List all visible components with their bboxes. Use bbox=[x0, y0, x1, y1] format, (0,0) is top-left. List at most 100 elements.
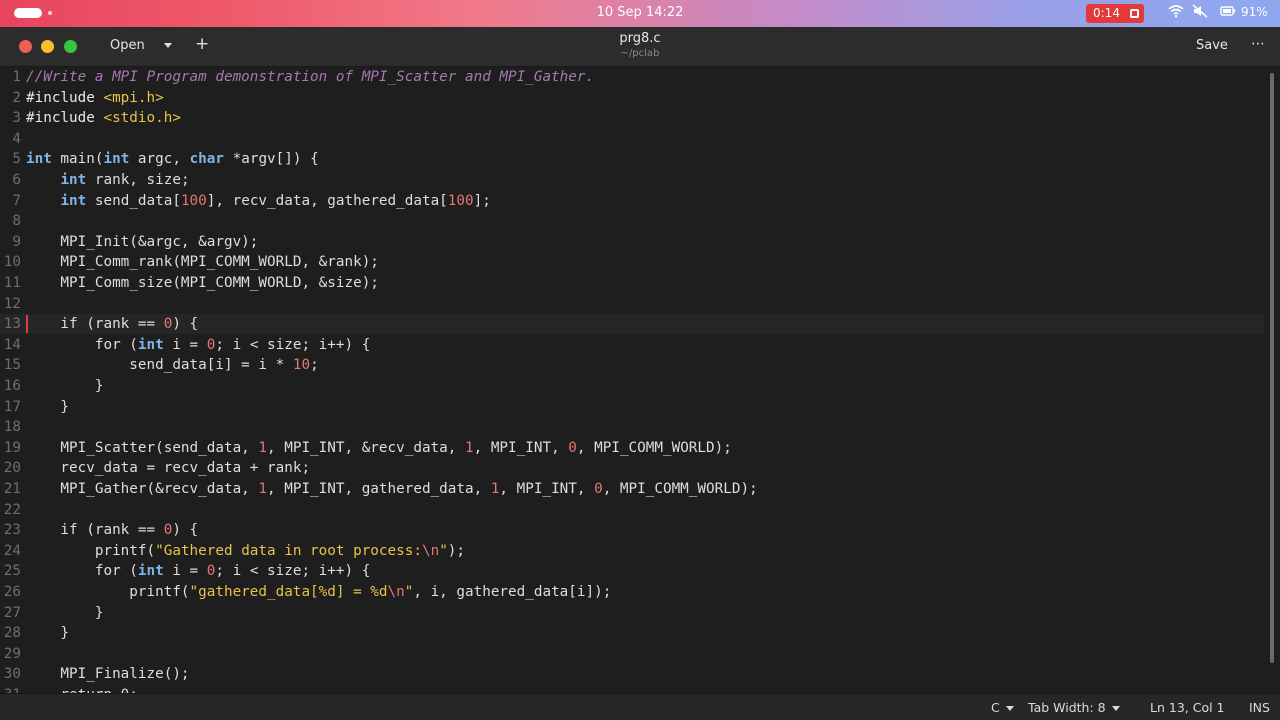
code-line[interactable]: 2 #include <mpi.h> bbox=[0, 88, 1264, 109]
code-editor[interactable]: 1 //Write a MPI Program demonstration of … bbox=[0, 67, 1280, 693]
vertical-scrollbar[interactable] bbox=[1266, 67, 1278, 693]
code-line[interactable]: 24 printf("Gathered data in root process… bbox=[0, 541, 1264, 562]
insert-mode-indicator[interactable]: INS bbox=[1249, 700, 1270, 715]
code-text: int send_data[100], recv_data, gathered_… bbox=[26, 191, 490, 212]
line-number: 26 bbox=[3, 584, 21, 600]
code-line[interactable]: 13 if (rank == 0) { bbox=[0, 314, 1264, 335]
code-line[interactable]: 18 bbox=[0, 417, 1264, 438]
code-line[interactable]: 4 bbox=[0, 129, 1264, 150]
recording-time: 0:14 bbox=[1093, 6, 1120, 20]
code-token: , MPI_COMM_WORLD); bbox=[602, 481, 758, 497]
code-text: for (int i = 0; i < size; i++) { bbox=[26, 561, 370, 582]
code-text: if (rank == 0) { bbox=[26, 314, 198, 335]
language-selector[interactable]: C bbox=[991, 700, 1014, 715]
code-token: MPI_Scatter(send_data, bbox=[26, 439, 259, 456]
battery-icon[interactable] bbox=[1220, 4, 1236, 22]
code-token: ], recv_data, gathered_data[ bbox=[206, 192, 448, 209]
tab-width-selector[interactable]: Tab Width: 8 bbox=[1028, 700, 1120, 715]
line-number: 21 bbox=[3, 481, 21, 497]
line-number: 28 bbox=[3, 625, 21, 642]
code-line[interactable]: 7 int send_data[100], recv_data, gathere… bbox=[0, 191, 1264, 212]
code-token: char bbox=[189, 151, 225, 168]
code-text: MPI_Finalize(); bbox=[26, 664, 189, 685]
more-options-icon[interactable]: ⋯ bbox=[1251, 36, 1266, 52]
line-number: 15 bbox=[3, 357, 21, 374]
code-token: MPI_Init(&argc, &argv); bbox=[26, 233, 259, 250]
line-number: 29 bbox=[3, 645, 21, 662]
code-token: printf( bbox=[26, 542, 156, 559]
code-text: MPI_Comm_size(MPI_COMM_WORLD, &size); bbox=[26, 273, 378, 294]
code-line[interactable]: 21 MPI_Gather(&recv_data, 1, MPI_INT, ga… bbox=[0, 479, 1264, 500]
code-line[interactable]: 23 if (rank == 0) { bbox=[0, 520, 1264, 541]
scrollbar-thumb[interactable] bbox=[1270, 73, 1274, 663]
code-line[interactable]: 19 MPI_Scatter(send_data, 1, MPI_INT, &r… bbox=[0, 438, 1264, 459]
muted-speaker-icon[interactable] bbox=[1192, 4, 1208, 22]
code-line[interactable]: 26 printf("gathered_data[%d] = %d\n", i,… bbox=[0, 582, 1264, 603]
code-token: <stdio.h> bbox=[103, 110, 181, 127]
line-number: 22 bbox=[3, 501, 21, 518]
code-line[interactable]: 29 bbox=[0, 644, 1264, 665]
code-token: int bbox=[60, 172, 87, 188]
code-line[interactable]: 12 bbox=[0, 294, 1264, 315]
code-line[interactable]: 8 bbox=[0, 211, 1264, 232]
code-line[interactable]: 14 for (int i = 0; i < size; i++) { bbox=[0, 335, 1264, 356]
code-token: 100 bbox=[180, 192, 207, 209]
code-line[interactable]: 3 #include <stdio.h> bbox=[0, 108, 1264, 129]
code-token: for ( bbox=[26, 336, 138, 353]
code-line[interactable]: 11 MPI_Comm_size(MPI_COMM_WORLD, &size); bbox=[0, 273, 1264, 294]
code-line[interactable]: 25 for (int i = 0; i < size; i++) { bbox=[0, 561, 1264, 582]
line-number: 30 bbox=[3, 666, 21, 683]
code-text: #include <stdio.h> bbox=[26, 108, 181, 129]
screen-recording-indicator[interactable]: 0:14 bbox=[1086, 4, 1144, 23]
line-number: 2 bbox=[12, 89, 21, 106]
wifi-icon[interactable] bbox=[1168, 4, 1184, 22]
line-number: 27 bbox=[3, 604, 21, 621]
chevron-down-icon bbox=[1111, 706, 1120, 711]
stop-recording-icon[interactable] bbox=[1130, 9, 1139, 18]
code-text: int rank, size; bbox=[26, 170, 189, 191]
code-line[interactable]: 22 bbox=[0, 500, 1264, 521]
line-number: 14 bbox=[3, 336, 21, 353]
code-line[interactable]: 6 int rank, size; bbox=[0, 170, 1264, 191]
code-line[interactable]: 17 } bbox=[0, 397, 1264, 418]
code-line[interactable]: 10 MPI_Comm_rank(MPI_COMM_WORLD, &rank); bbox=[0, 252, 1264, 273]
code-text: MPI_Comm_rank(MPI_COMM_WORLD, &rank); bbox=[26, 252, 379, 273]
code-token: , i, gathered_data[i]); bbox=[413, 584, 612, 600]
code-line[interactable]: 16 } bbox=[0, 376, 1264, 397]
code-token: ) { bbox=[172, 522, 199, 539]
code-line[interactable]: 9 MPI_Init(&argc, &argv); bbox=[0, 232, 1264, 253]
code-token: int bbox=[103, 151, 130, 168]
chevron-down-icon bbox=[1005, 706, 1014, 711]
code-line[interactable]: 28 } bbox=[0, 623, 1264, 644]
code-token: printf( bbox=[26, 584, 190, 600]
code-line[interactable]: 20 recv_data = recv_data + rank; bbox=[0, 458, 1264, 479]
code-text: #include <mpi.h> bbox=[26, 88, 164, 109]
code-line[interactable]: 1 //Write a MPI Program demonstration of … bbox=[0, 67, 1264, 88]
line-number: 3 bbox=[12, 110, 21, 127]
save-button[interactable]: Save bbox=[1196, 38, 1228, 53]
code-line[interactable]: 30 MPI_Finalize(); bbox=[0, 664, 1264, 685]
code-token: recv_data = recv_data + rank; bbox=[26, 460, 311, 477]
line-number: 23 bbox=[3, 522, 21, 539]
code-token: *argv[]) { bbox=[224, 151, 319, 168]
code-token: 1 bbox=[465, 439, 474, 456]
code-text: int main(int argc, char *argv[]) { bbox=[26, 149, 319, 170]
code-text: MPI_Init(&argc, &argv); bbox=[26, 232, 258, 253]
code-line[interactable]: 15 send_data[i] = i * 10; bbox=[0, 355, 1264, 376]
code-token: if (rank == bbox=[26, 316, 164, 333]
code-token: 0 bbox=[594, 481, 603, 497]
code-text: recv_data = recv_data + rank; bbox=[26, 458, 310, 479]
code-token: , MPI_INT, gathered_data, bbox=[267, 481, 491, 497]
code-line[interactable]: 27 } bbox=[0, 603, 1264, 624]
cursor-position[interactable]: Ln 13, Col 1 bbox=[1150, 700, 1225, 715]
code-token: #include bbox=[26, 89, 104, 106]
code-token: #include bbox=[26, 110, 104, 127]
code-token: ; i < size; i++) { bbox=[215, 336, 371, 353]
code-token: 0 bbox=[568, 439, 577, 456]
line-number: 31 bbox=[0, 685, 21, 693]
code-token: } bbox=[26, 398, 70, 415]
code-line[interactable]: 31 return 0; bbox=[0, 685, 1264, 693]
code-text: } bbox=[26, 603, 104, 624]
code-line[interactable]: 5 int main(int argc, char *argv[]) { bbox=[0, 149, 1264, 170]
code-token: MPI_Comm_rank(MPI_COMM_WORLD, &rank); bbox=[26, 254, 379, 271]
